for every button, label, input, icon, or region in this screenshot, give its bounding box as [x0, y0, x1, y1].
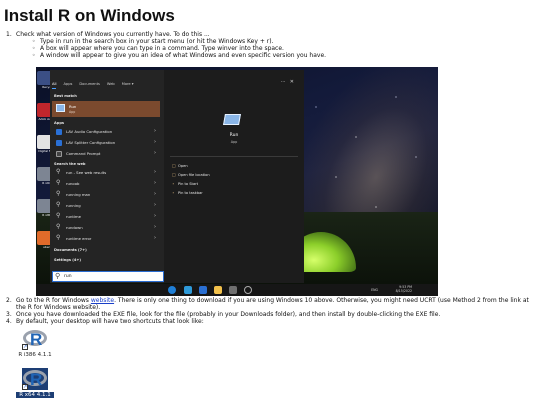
lav-splitter-icon: [56, 140, 62, 146]
web-result[interactable]: ⚲ runtime ›: [52, 212, 160, 222]
window-controls[interactable]: ⋯✕: [281, 79, 298, 85]
page-title: Install R on Windows: [4, 6, 175, 25]
web-result[interactable]: ⚲ running man ›: [52, 190, 160, 200]
tab-web[interactable]: Web: [107, 82, 115, 89]
best-match-label: Best match: [54, 94, 77, 98]
step-number: 2.: [6, 297, 12, 304]
web-result[interactable]: ⚲ running ›: [52, 201, 160, 211]
web-result[interactable]: ⚲ rundown ›: [52, 223, 160, 233]
tab-all[interactable]: All: [52, 82, 57, 89]
search-icon: ⚲: [56, 168, 61, 175]
tab-documents[interactable]: Documents: [79, 82, 100, 89]
result-preview-pane: ⋯✕ Run App □ Open □ Open file location ⋆ Pi…: [164, 70, 304, 283]
command-prompt-icon: [56, 151, 62, 157]
app-result[interactable]: LAV Audio Configuration ›: [52, 127, 160, 137]
r-logo-icon: R ↗: [22, 328, 48, 350]
shortcut-r-x64[interactable]: R ↗ R x64 4.1.1: [16, 368, 54, 398]
web-result[interactable]: ⚲ runtime error ›: [52, 234, 160, 244]
web-label: Search the web: [54, 162, 86, 166]
windows-screenshot: Recycle Adob Acroba Digital F App R x64 …: [36, 67, 438, 296]
run-app-large-icon: [223, 114, 241, 125]
action-pin-taskbar[interactable]: ⋆ Pin to taskbar: [172, 190, 203, 195]
substep: A window will appear to give you an idea…: [32, 52, 536, 59]
cortana-icon[interactable]: [244, 286, 252, 294]
start-menu-results: All Apps Documents Web More ▾ Best match…: [50, 70, 164, 283]
best-match-run[interactable]: Run App: [52, 101, 160, 117]
action-pin-start[interactable]: ⋆ Pin to Start: [172, 181, 198, 186]
tab-more[interactable]: More ▾: [122, 82, 134, 89]
step-4: 4. By default, your desktop will have tw…: [6, 318, 204, 325]
app-icon[interactable]: [229, 286, 237, 294]
language-indicator[interactable]: ENG: [371, 288, 378, 292]
steps-list: 1. Check what version of Windows you cur…: [6, 31, 536, 59]
store-icon[interactable]: [184, 286, 192, 294]
mail-icon[interactable]: [199, 286, 207, 294]
step-3: 3. Once you have downloaded the EXE file…: [6, 311, 441, 318]
web-result[interactable]: ⚲ run - See web results ›: [52, 168, 160, 178]
chevron-right-icon: ›: [154, 202, 156, 208]
substep: Type in run in the search box in your st…: [32, 38, 536, 45]
taskbar: ENG 9:53 PM 8/15/2022: [36, 284, 438, 296]
folder-icon[interactable]: [214, 286, 222, 294]
step-2: 2. Go to the R for Windows website. Ther…: [6, 297, 529, 311]
chevron-right-icon: ›: [154, 139, 156, 145]
step-number: 1.: [6, 31, 12, 38]
r-website-link[interactable]: website: [91, 297, 114, 304]
shortcut-label: R i386 4.1.1: [18, 352, 52, 358]
web-result[interactable]: ⚲ runoob ›: [52, 179, 160, 189]
chevron-right-icon: ›: [154, 191, 156, 197]
chevron-right-icon: ›: [154, 128, 156, 134]
search-input[interactable]: ⚲ run: [52, 271, 164, 282]
shortcut-label: R x64 4.1.1: [16, 392, 54, 398]
edge-icon[interactable]: [168, 286, 176, 294]
search-icon: ⚲: [56, 234, 61, 241]
action-open[interactable]: □ Open: [172, 163, 188, 168]
app-result[interactable]: LAV Splitter Configuration ›: [52, 138, 160, 148]
step-number: 3.: [6, 311, 12, 318]
best-match-name: Run: [69, 104, 77, 109]
preview-type: App: [230, 140, 238, 144]
clock[interactable]: 9:53 PM 8/15/2022: [396, 285, 412, 293]
documents-label[interactable]: Documents (7+): [54, 248, 87, 252]
step-1: 1. Check what version of Windows you cur…: [6, 31, 536, 59]
shortcut-arrow-icon: ↗: [22, 384, 28, 390]
start-menu: All Apps Documents Web More ▾ Best match…: [50, 70, 304, 283]
chevron-right-icon: ›: [154, 169, 156, 175]
search-icon: ⚲: [55, 272, 61, 280]
shortcut-r-i386[interactable]: R ↗ R i386 4.1.1: [16, 328, 54, 358]
shortcut-arrow-icon: ↗: [22, 344, 28, 350]
chevron-right-icon: ›: [154, 150, 156, 156]
substeps-list: Type in run in the search box in your st…: [16, 38, 536, 59]
r-logo-icon: R ↗: [22, 368, 48, 390]
chevron-right-icon: ›: [154, 224, 156, 230]
best-match-type: App: [69, 110, 76, 114]
search-tabs: All Apps Documents Web More ▾: [52, 82, 134, 89]
preview-name: Run: [229, 133, 239, 138]
action-open-file-location[interactable]: □ Open file location: [172, 172, 210, 177]
tab-apps[interactable]: Apps: [63, 82, 72, 89]
chevron-right-icon: ›: [154, 213, 156, 219]
run-app-icon: [56, 104, 65, 112]
search-icon: ⚲: [56, 223, 61, 230]
lav-audio-icon: [56, 129, 62, 135]
substep: A box will appear where you can type in …: [32, 45, 536, 52]
settings-label[interactable]: Settings (4+): [54, 258, 81, 262]
search-icon: ⚲: [56, 190, 61, 197]
search-icon: ⚲: [56, 201, 61, 208]
app-result[interactable]: Command Prompt ›: [52, 149, 160, 159]
step-text: Check what version of Windows you curren…: [16, 31, 210, 38]
step-number: 4.: [6, 318, 12, 325]
chevron-right-icon: ›: [154, 235, 156, 241]
apps-label: Apps: [54, 121, 65, 125]
search-icon: ⚲: [56, 212, 61, 219]
search-icon: ⚲: [56, 179, 61, 186]
chevron-right-icon: ›: [154, 180, 156, 186]
divider: [170, 156, 298, 157]
steps-list-continued: 2. Go to the R for Windows website. Ther…: [6, 297, 536, 325]
